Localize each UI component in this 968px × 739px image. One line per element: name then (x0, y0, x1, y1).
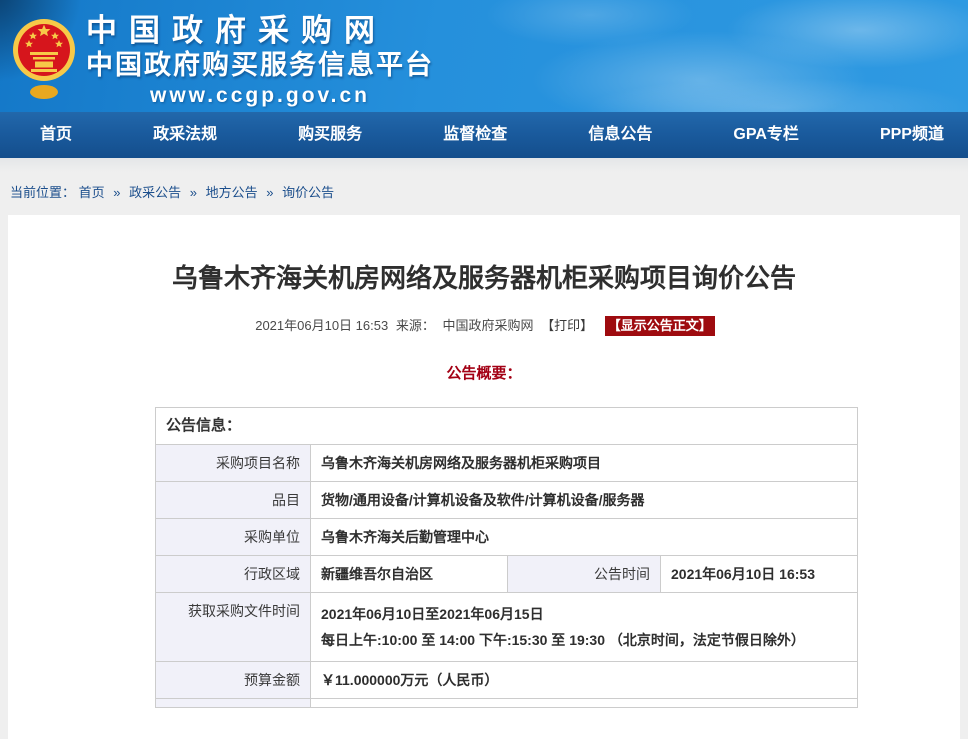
show-notice-button[interactable]: 【显示公告正文】 (605, 316, 715, 336)
source-name: 中国政府采购网 (442, 318, 533, 333)
breadcrumb-label: 当前位置： (10, 185, 75, 200)
breadcrumb: 当前位置： 首页 » 政采公告 » 地方公告 » 询价公告 (10, 182, 968, 201)
summary-heading: 公告概要： (8, 362, 960, 383)
table-row: 行政区域 新疆维吾尔自治区 公告时间 2021年06月10日 16:53 (156, 556, 858, 593)
breadcrumb-area: 当前位置： 首页 » 政采公告 » 地方公告 » 询价公告 (0, 158, 968, 215)
row-label-project-name: 采购项目名称 (156, 445, 311, 482)
table-row-group-header: 公告信息： (156, 408, 858, 445)
site-title: 中国政府采购网 (86, 14, 434, 48)
breadcrumb-item-local-notices[interactable]: 地方公告 (206, 185, 258, 200)
breadcrumb-item-procurement-notices[interactable]: 政采公告 (129, 185, 181, 200)
site-url: www.ccgp.gov.cn (86, 84, 434, 107)
nav-item-announcements[interactable]: 信息公告 (588, 112, 652, 158)
nav-item-supervision[interactable]: 监督检查 (443, 112, 507, 158)
breadcrumb-item-inquiry-notices[interactable]: 询价公告 (282, 185, 334, 200)
announcement-info-table: 公告信息： 采购项目名称 乌鲁木齐海关机房网络及服务器机柜采购项目 品目 货物/… (155, 407, 858, 708)
row-value-region: 新疆维吾尔自治区 (311, 556, 508, 593)
table-row: 获取采购文件时间 2021年06月10日至2021年06月15日 每日上午:10… (156, 593, 858, 662)
document-period-hours: 每日上午:10:00 至 14:00 下午:15:30 至 19:30 （北京时… (321, 627, 847, 653)
site-subtitle: 中国政府购买服务信息平台 (86, 51, 434, 81)
row-label-announce-time: 公告时间 (508, 556, 661, 593)
page-title: 乌鲁木齐海关机房网络及服务器机柜采购项目询价公告 (68, 261, 900, 295)
breadcrumb-item-home[interactable]: 首页 (79, 185, 105, 200)
nav-item-purchase-services[interactable]: 购买服务 (298, 112, 362, 158)
content-card: 乌鲁木齐海关机房网络及服务器机柜采购项目询价公告 2021年06月10日 16:… (8, 215, 960, 739)
row-label-region: 行政区域 (156, 556, 311, 593)
table-row: 预算金额 ￥11.000000万元（人民币） (156, 662, 858, 699)
table-row: 采购项目名称 乌鲁木齐海关机房网络及服务器机柜采购项目 (156, 445, 858, 482)
publish-datetime: 2021年06月10日 16:53 (255, 318, 388, 333)
nav-item-ppp[interactable]: PPP频道 (880, 112, 944, 158)
row-label-budget: 预算金额 (156, 662, 311, 699)
row-value-project-name: 乌鲁木齐海关机房网络及服务器机柜采购项目 (311, 445, 858, 482)
main-nav: 首页 政采法规 购买服务 监督检查 信息公告 GPA专栏 PPP频道 (0, 112, 968, 158)
source-label: 来源： (396, 318, 435, 333)
article-meta: 2021年06月10日 16:53 来源： 中国政府采购网 【打印】 【显示公告… (8, 315, 960, 334)
nav-item-gpa[interactable]: GPA专栏 (733, 112, 799, 158)
table-group-header: 公告信息： (156, 408, 858, 445)
nav-item-home[interactable]: 首页 (40, 112, 72, 158)
row-label-category: 品目 (156, 482, 311, 519)
row-value-category: 货物/通用设备/计算机设备及软件/计算机设备/服务器 (311, 482, 858, 519)
row-value-document-period: 2021年06月10日至2021年06月15日 每日上午:10:00 至 14:… (311, 593, 858, 662)
document-period-dates: 2021年06月10日至2021年06月15日 (321, 601, 847, 627)
breadcrumb-separator: » (190, 185, 197, 200)
breadcrumb-separator: » (113, 185, 120, 200)
table-row-cutoff (156, 699, 858, 708)
nav-item-regulations[interactable]: 政采法规 (153, 112, 217, 158)
national-emblem-icon (12, 10, 76, 102)
row-value-announce-time: 2021年06月10日 16:53 (661, 556, 858, 593)
table-row: 采购单位 乌鲁木齐海关后勤管理中心 (156, 519, 858, 556)
row-label-document-period: 获取采购文件时间 (156, 593, 311, 662)
row-label-purchasing-unit: 采购单位 (156, 519, 311, 556)
site-banner: 中国政府采购网 中国政府购买服务信息平台 www.ccgp.gov.cn (0, 0, 968, 112)
row-value-purchasing-unit: 乌鲁木齐海关后勤管理中心 (311, 519, 858, 556)
print-button[interactable]: 【打印】 (541, 318, 593, 333)
row-value-budget: ￥11.000000万元（人民币） (311, 662, 858, 699)
breadcrumb-separator: » (266, 185, 273, 200)
table-row: 品目 货物/通用设备/计算机设备及软件/计算机设备/服务器 (156, 482, 858, 519)
